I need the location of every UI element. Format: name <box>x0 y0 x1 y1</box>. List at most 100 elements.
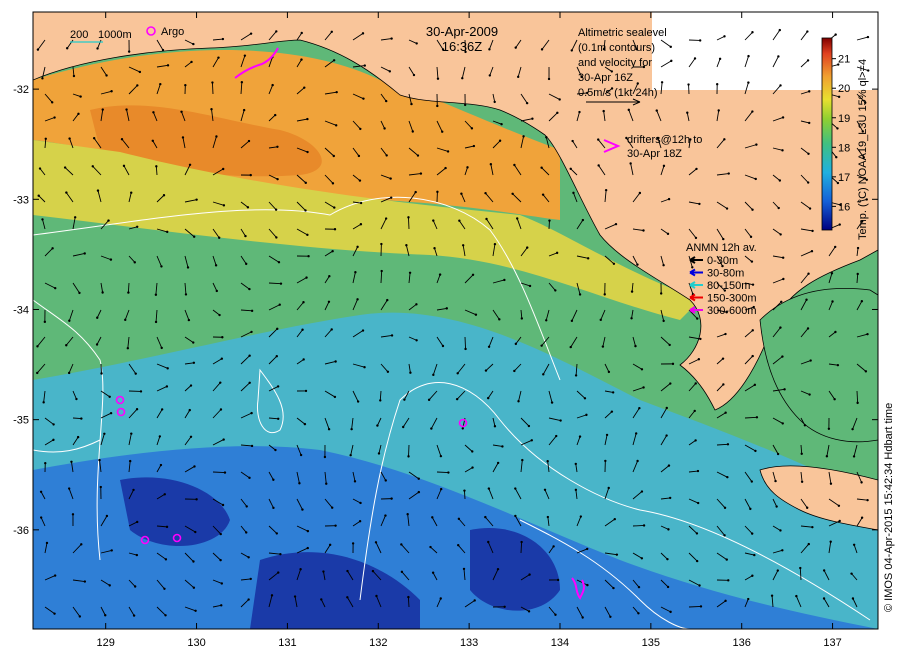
velocity-arrow-head <box>464 347 467 351</box>
velocity-arrow-head <box>165 385 169 388</box>
velocity-arrow-head <box>361 32 365 35</box>
velocity-arrow-head <box>698 202 701 206</box>
velocity-arrow-head <box>436 190 439 194</box>
velocity-arrow-head <box>67 487 71 490</box>
velocity-arrow-head <box>96 47 99 50</box>
velocity-arrow-head <box>406 513 409 516</box>
velocity-arrow-head <box>219 558 222 562</box>
velocity-arrow-head <box>640 368 644 371</box>
velocity-arrow-head <box>457 517 461 521</box>
velocity-arrow-head <box>39 490 43 493</box>
velocity-arrow <box>127 282 130 293</box>
velocity-arrow-head <box>331 182 335 185</box>
velocity-arrow-head <box>359 223 363 226</box>
velocity-arrow-head <box>545 319 548 322</box>
velocity-arrow-head <box>669 382 672 385</box>
velocity-arrow-head <box>220 604 223 607</box>
velocity-arrow-head <box>250 309 254 313</box>
velocity-arrow-head <box>346 596 349 599</box>
velocity-arrow-head <box>751 574 754 577</box>
velocity-arrow-head <box>751 31 754 34</box>
velocity-arrow-head <box>807 542 810 546</box>
velocity-arrow-head <box>810 250 814 253</box>
velocity-arrow-head <box>166 367 169 370</box>
velocity-arrow-head <box>805 506 809 509</box>
velocity-arrow-head <box>597 164 600 167</box>
velocity-arrow-head <box>770 594 774 597</box>
velocity-arrow-head <box>528 573 531 576</box>
velocity-arrow-head <box>127 291 130 294</box>
velocity-arrow-head <box>525 101 529 105</box>
x-tick-label: 135 <box>642 637 660 649</box>
credit-text: © IMOS 04-Apr-2015 15:42:34 Hdbart time <box>883 403 895 612</box>
velocity-arrow-head <box>795 594 798 598</box>
velocity-arrow-head <box>807 272 810 275</box>
velocity-arrow-head <box>462 567 466 571</box>
velocity-arrow-head <box>597 138 600 141</box>
velocity-arrow-head <box>750 260 754 263</box>
velocity-arrow-head <box>247 598 250 601</box>
velocity-arrow-head <box>390 37 393 40</box>
y-tick-label: -32 <box>13 84 29 96</box>
velocity-arrow-head <box>753 383 757 387</box>
velocity-arrow-head <box>723 506 727 510</box>
velocity-arrow-head <box>247 139 251 143</box>
velocity-arrow-head <box>160 346 163 350</box>
velocity-arrow-head <box>194 530 197 534</box>
velocity-arrow-head <box>215 289 218 293</box>
velocity-arrow-head <box>747 54 750 58</box>
velocity-arrow-head <box>501 445 504 448</box>
velocity-arrow-head <box>610 410 614 413</box>
x-tick-label: 136 <box>733 637 751 649</box>
velocity-arrow-head <box>555 251 559 255</box>
velocity-arrow <box>520 542 523 554</box>
velocity-arrow-head <box>54 286 57 290</box>
velocity-arrow-head <box>107 219 110 222</box>
velocity-arrow-head <box>779 233 782 236</box>
velocity-arrow-head <box>192 586 196 589</box>
velocity-arrow-head <box>334 524 337 527</box>
velocity-arrow-head <box>274 208 278 211</box>
velocity-arrow-head <box>461 77 464 80</box>
velocity-arrow-head <box>630 290 634 293</box>
velocity-arrow-head <box>99 485 102 489</box>
velocity-arrow-head <box>166 230 169 234</box>
velocity-arrow-head <box>53 574 57 577</box>
velocity-arrow-head <box>805 298 808 301</box>
velocity-arrow-head <box>514 342 518 346</box>
velocity-arrow-head <box>300 58 303 61</box>
velocity-arrow-head <box>856 246 860 250</box>
velocity-arrow-head <box>694 439 697 442</box>
velocity-arrow-head <box>41 77 44 80</box>
velocity-arrow-head <box>455 397 459 401</box>
velocity-arrow-head <box>363 366 366 369</box>
altimetry-line-2: (0.1m contours) <box>578 42 655 54</box>
velocity-arrow-head <box>272 478 275 481</box>
velocity-arrow-head <box>184 83 187 87</box>
velocity-arrow-head <box>349 454 352 457</box>
velocity-arrow-head <box>44 461 47 465</box>
velocity-arrow-head <box>353 480 357 483</box>
velocity-arrow-head <box>109 411 113 415</box>
velocity-arrow-head <box>718 57 722 61</box>
velocity-arrow-head <box>248 476 251 480</box>
velocity-arrow-head <box>725 558 728 561</box>
velocity-arrow-head <box>659 292 663 295</box>
velocity-arrow-head <box>159 82 162 86</box>
velocity-arrow-head <box>755 416 759 419</box>
velocity-arrow-head <box>530 439 533 442</box>
velocity-arrow-head <box>514 46 517 49</box>
velocity-arrow-head <box>488 48 491 51</box>
colorbar-scale <box>821 37 833 231</box>
velocity-arrow-head <box>585 413 588 417</box>
velocity-arrow-head <box>334 124 338 127</box>
velocity-arrow-head <box>822 597 826 600</box>
velocity-arrow-head <box>328 275 331 278</box>
velocity-arrow-head <box>636 459 639 463</box>
velocity-arrow-head <box>250 411 253 415</box>
velocity-arrow-head <box>305 276 308 279</box>
velocity-arrow-head <box>322 570 325 573</box>
velocity-arrow-head <box>304 209 307 212</box>
altimetry-line-5: 0.5m/s (1kt 24h) <box>578 87 657 99</box>
velocity-arrow-head <box>45 541 49 545</box>
